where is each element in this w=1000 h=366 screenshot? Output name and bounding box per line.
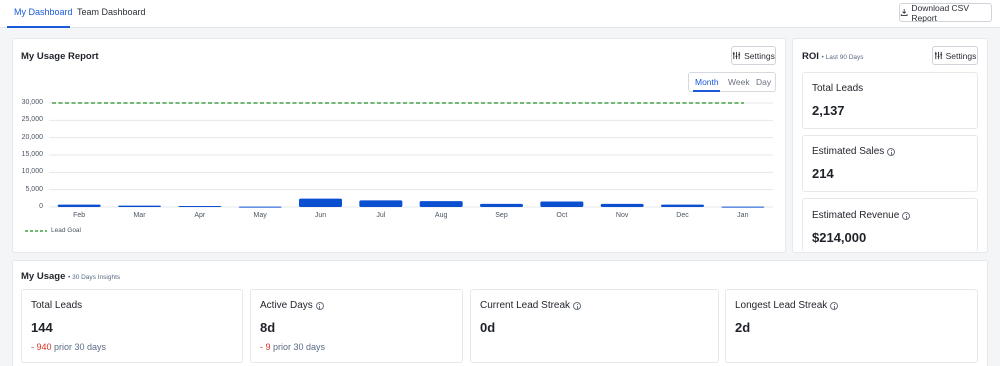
x-tick-label: Apr [194,212,206,219]
bar-dec[interactable] [661,204,704,207]
x-tick-label: Sep [495,212,508,219]
usage-total-leads-comparison: - 940 prior 30 days [31,342,106,352]
my-usage-title: My Usage • 30 Days Insights [21,271,120,282]
usage-total-leads-card: Total Leads 144 - 940 prior 30 days [21,289,243,363]
usage-longest-streak-label: Longest Lead Streak [735,300,839,311]
roi-total-leads-label: Total Leads [812,83,863,94]
roi-estimated-revenue-card: Estimated Revenue $214,000 [802,198,978,252]
roi-title-text: ROI [802,51,819,62]
roi-subtitle: • Last 90 Days [821,54,864,61]
delta-value: - 940 [31,342,52,352]
bar-apr[interactable] [178,205,222,207]
delta-value: - 9 [260,342,271,352]
roi-estimated-revenue-label-text: Estimated Revenue [812,210,900,221]
x-tick-label: Jun [314,212,327,219]
info-icon[interactable] [902,211,911,220]
bar-may[interactable] [238,206,282,208]
bar-sep[interactable] [480,203,523,207]
usage-current-streak-label: Current Lead Streak [480,300,582,311]
x-tick-label: Aug [434,212,448,219]
bar-jan[interactable] [721,206,765,208]
roi-estimated-sales-value: 214 [812,166,834,181]
usage-longest-streak-value: 2d [735,320,751,335]
roi-settings-label: Settings [945,50,977,61]
usage-active-days-comparison: - 9 prior 30 days [260,342,325,352]
bar-oct[interactable] [540,201,584,207]
usage-current-streak-value: 0d [480,320,496,335]
my-usage-title-text: My Usage [21,271,66,282]
usage-current-streak-label-text: Current Lead Streak [480,300,571,311]
roi-total-leads-card: Total Leads 2,137 [802,72,978,129]
bar-jul[interactable] [359,200,403,207]
roi-estimated-revenue-label: Estimated Revenue [812,210,911,221]
info-icon[interactable] [573,301,582,310]
lead-goal-legend-label: Lead Goal [51,227,81,234]
info-icon[interactable] [830,301,839,310]
info-icon[interactable] [315,301,324,310]
prior-period-label: prior 30 days [273,342,326,352]
usage-longest-streak-label-text: Longest Lead Streak [735,300,828,311]
usage-active-days-card: Active Days 8d - 9 prior 30 days [250,289,463,363]
x-tick-label: Jan [737,212,749,219]
bar-aug[interactable] [419,201,463,207]
usage-active-days-label: Active Days [260,300,324,311]
lead-goal-legend-line [25,230,47,232]
prior-period-label: prior 30 days [54,342,107,352]
bar-nov[interactable] [600,203,644,207]
x-tick-label: Mar [133,212,146,219]
x-tick-label: Nov [615,212,629,219]
usage-total-leads-label-text: Total Leads [31,300,83,311]
x-tick-label: Jul [376,212,386,219]
bar-mar[interactable] [118,205,161,207]
roi-estimated-sales-label-text: Estimated Sales [812,146,885,157]
x-tick-label: May [253,212,267,219]
usage-total-leads-value: 144 [31,320,53,335]
roi-title: ROI • Last 90 Days [802,51,864,62]
x-tick-label: Dec [676,212,689,219]
bar-jun[interactable] [299,198,342,207]
roi-estimated-revenue-value: $214,000 [812,230,867,245]
bar-feb[interactable] [57,204,101,207]
usage-total-leads-label: Total Leads [31,300,82,311]
x-tick-label: Oct [556,212,568,219]
roi-total-leads-label-text: Total Leads [812,83,864,94]
roi-estimated-sales-card: Estimated Sales 214 [802,135,978,192]
usage-active-days-value: 8d [260,320,276,335]
roi-total-leads-value: 2,137 [812,103,845,118]
my-usage-subtitle: • 30 Days Insights [68,274,121,281]
usage-longest-streak-card: Longest Lead Streak 2d [725,289,978,363]
roi-estimated-sales-label: Estimated Sales [812,146,896,157]
usage-current-streak-card: Current Lead Streak 0d [470,289,719,363]
sliders-icon [934,51,942,60]
info-icon[interactable] [887,147,896,156]
usage-active-days-label-text: Active Days [260,300,313,311]
roi-settings-button[interactable]: Settings [932,46,978,65]
x-tick-label: Feb [73,212,86,219]
